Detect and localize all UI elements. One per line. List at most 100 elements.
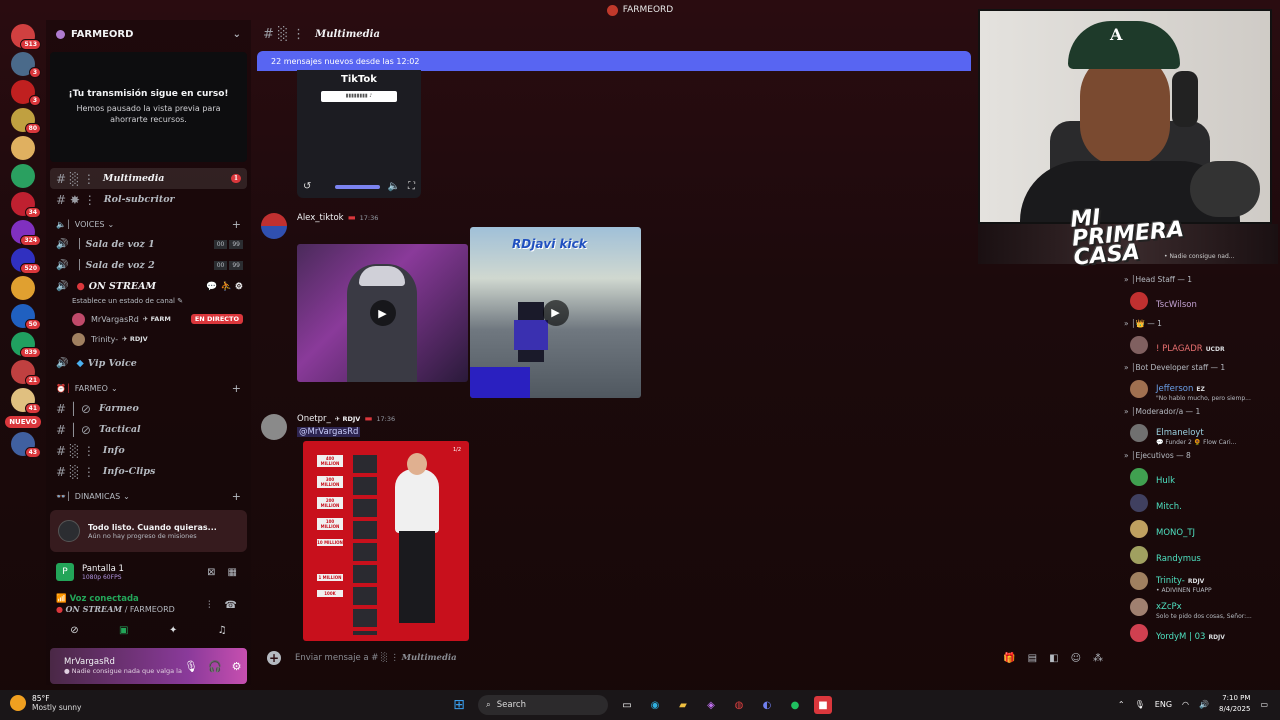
fullscreen-icon[interactable]: ⛶ — [408, 181, 415, 192]
member-item[interactable]: Jefferson EZ "No hablo mucho, pero siemp..… — [1118, 376, 1280, 402]
add-attachment-icon[interactable]: + — [267, 651, 281, 665]
gif-icon[interactable]: ▤ — [1028, 653, 1037, 664]
server-icon[interactable]: 324 — [11, 220, 41, 246]
stream-preview[interactable]: ¡Tu transmisión sigue en curso! Hemos pa… — [50, 52, 247, 162]
member-item[interactable]: YordyM | 03 RDJV — [1118, 620, 1280, 646]
play-icon[interactable]: ▶ — [542, 299, 569, 326]
soundboard-icon[interactable]: ♫ — [218, 625, 227, 645]
category-farmeo[interactable]: ⏰│ FARMEO ⌄ + — [46, 378, 251, 398]
disconnect-icon[interactable]: ☎ — [225, 600, 237, 611]
replay-icon[interactable]: ↺ — [303, 181, 311, 192]
voice-channel[interactable]: 🔊 │ Sala de voz 2 00 99 — [46, 255, 251, 276]
message-author[interactable]: Alex_tiktok — [297, 213, 344, 223]
new-badge[interactable]: NUEVO — [5, 416, 41, 428]
member-item[interactable]: Elmaneloyt 💬 Funder 2 🌻 Flow Cari... — [1118, 420, 1280, 446]
server-icon[interactable]: 80 — [11, 108, 41, 134]
play-icon[interactable]: ▶ — [369, 300, 396, 326]
chevron-up-icon[interactable]: ⌃ — [1118, 700, 1125, 709]
server-icon[interactable]: 43 — [11, 432, 41, 458]
copilot-icon[interactable]: ◈ — [702, 696, 720, 714]
voice-user[interactable]: Trinity- ✈ RDJV — [46, 329, 251, 349]
wifi-icon[interactable]: ◠ — [1182, 700, 1189, 709]
avatar[interactable] — [261, 213, 287, 239]
file-explorer-icon[interactable]: ▰ — [674, 696, 692, 714]
task-view-icon[interactable]: ▭ — [618, 696, 636, 714]
video-attachment[interactable]: RDjavi kick ▶ — [470, 227, 641, 398]
message-author[interactable]: Onetpr_ — [297, 414, 331, 424]
noise-suppression-icon[interactable]: ⫶ — [208, 600, 211, 611]
sticker-icon[interactable]: ◧ — [1049, 653, 1058, 664]
screen-share-icon[interactable]: ▣ — [119, 625, 128, 645]
discord-icon[interactable]: ◐ — [758, 696, 776, 714]
member-item[interactable]: xZcPx Solo te pido dos cosas, Señor:... — [1118, 594, 1280, 620]
edge-icon[interactable]: ◉ — [646, 696, 664, 714]
user-mention[interactable]: @MrVargasRd — [297, 427, 361, 437]
headphones-icon[interactable]: 🎧 — [208, 660, 222, 673]
microphone-icon[interactable]: 🎙 — [184, 660, 198, 673]
tiktok-embed[interactable]: TikTok ▮▮▮▮▮▮▮▮ ♪ ↺ 🔈 ⛶ — [297, 70, 421, 198]
channel-tactical[interactable]: # │ ⊘ Tactical — [46, 419, 251, 440]
voice-channel-actions[interactable]: 💬 ⛹ ⚙ — [206, 282, 243, 292]
app-icon[interactable]: ■ — [814, 696, 832, 714]
stream-settings-icon[interactable]: ▦ — [228, 567, 237, 578]
image-attachment[interactable]: 1/2 400 MILLION 300 MILLION 200 MILLION 100… — [303, 441, 469, 641]
server-header[interactable]: FARMEORD ⌄ — [46, 20, 251, 48]
member-item[interactable]: TscWilson — [1118, 288, 1280, 314]
gear-icon[interactable]: ⚙ — [232, 660, 242, 673]
server-icon[interactable]: 520 — [11, 248, 41, 274]
new-messages-bar[interactable]: 22 mensajes nuevos desde las 12:02 — [257, 51, 971, 71]
user-panel[interactable]: MrVargasRd ● Nadie consigue nada que val… — [50, 648, 247, 684]
member-item[interactable]: Trinity- RDJV • ADIVINEN FUAPP — [1118, 568, 1280, 594]
server-icon[interactable]: 3 — [11, 52, 41, 78]
channel-farmeo[interactable]: # │ ⊘ Farmeo — [46, 398, 251, 419]
voice-user[interactable]: MrVargasRd ✈ FARM EN DIRECTO — [46, 309, 251, 329]
server-icon[interactable]: 21 — [11, 360, 41, 386]
server-icon[interactable] — [11, 276, 35, 300]
member-item[interactable]: Mitch. — [1118, 490, 1280, 516]
taskbar-search[interactable]: ⌕ Search — [478, 695, 608, 715]
add-channel-icon[interactable]: + — [232, 490, 241, 503]
windows-start-icon[interactable]: ⊞ — [450, 696, 468, 714]
volume-slider[interactable] — [334, 184, 380, 189]
member-item[interactable]: Randymus — [1118, 542, 1280, 568]
category-dinamicas[interactable]: 👓│ DINAMICAS ⌄ + — [46, 486, 251, 506]
gift-icon[interactable]: 🎁 — [1003, 653, 1015, 664]
add-channel-icon[interactable]: + — [232, 382, 241, 395]
clock[interactable]: 7:10 PM 8/4/2025 — [1219, 693, 1250, 715]
server-icon[interactable]: 839 — [11, 332, 41, 358]
avatar[interactable] — [261, 414, 287, 440]
channel-status[interactable]: Establece un estado de canal ✎ — [46, 297, 251, 309]
add-channel-icon[interactable]: + — [232, 218, 241, 231]
channel-info-clips[interactable]: # ░ ⋮ Info-Clips — [46, 461, 251, 482]
member-item[interactable]: ! PLAGADR UCDR — [1118, 332, 1280, 358]
server-icon[interactable]: 34 — [11, 192, 41, 218]
message-composer[interactable]: + Enviar mensaje a # ░ ⋮ Multimedia 🎁 ▤ … — [257, 645, 1103, 671]
activities-icon[interactable]: ✦ — [169, 625, 177, 645]
server-icon[interactable] — [11, 164, 35, 188]
server-icon[interactable]: 3 — [11, 80, 41, 106]
stop-stream-icon[interactable]: ⊠ — [207, 567, 215, 578]
spotify-icon[interactable]: ● — [786, 696, 804, 714]
notification-icon[interactable]: ▭ — [1260, 700, 1268, 709]
volume-icon[interactable]: 🔈 — [388, 181, 400, 192]
voice-channel[interactable]: 🔊 │ Sala de voz 1 00 99 — [46, 234, 251, 255]
volume-icon[interactable]: 🔊 — [1199, 700, 1209, 709]
message-input[interactable]: Enviar mensaje a # ░ ⋮ Multimedia — [295, 653, 457, 663]
voice-channel-on-stream[interactable]: 🔊 ● ON STREAM 💬 ⛹ ⚙ — [46, 276, 251, 297]
voice-channel-vip[interactable]: 🔊 ◆ Vip Voice — [46, 353, 251, 374]
weather-widget[interactable]: 85°F Mostly sunny — [10, 694, 81, 712]
chrome-icon[interactable]: ◍ — [730, 696, 748, 714]
video-off-icon[interactable]: ⊘ — [70, 625, 78, 645]
member-item[interactable]: Hulk — [1118, 464, 1280, 490]
channel-rol-subcritor[interactable]: # ✸ ⋮ Rol-subcritor — [46, 189, 251, 210]
server-icon[interactable]: 41 — [11, 388, 41, 414]
server-icon[interactable]: 513 — [11, 24, 41, 50]
member-item[interactable]: MONO_TJ — [1118, 516, 1280, 542]
language-indicator[interactable]: ENG — [1155, 700, 1172, 709]
microphone-icon[interactable]: 🎙 — [1135, 700, 1145, 709]
apps-icon[interactable]: ⁂ — [1093, 653, 1103, 664]
channel-info[interactable]: # ░ ⋮ Info — [46, 440, 251, 461]
channel-multimedia[interactable]: # ░ ⋮ Multimedia 1 — [50, 168, 247, 189]
video-attachment[interactable]: ▶ — [297, 244, 468, 382]
category-voices[interactable]: 🔈│ VOICES ⌄ + — [46, 214, 251, 234]
